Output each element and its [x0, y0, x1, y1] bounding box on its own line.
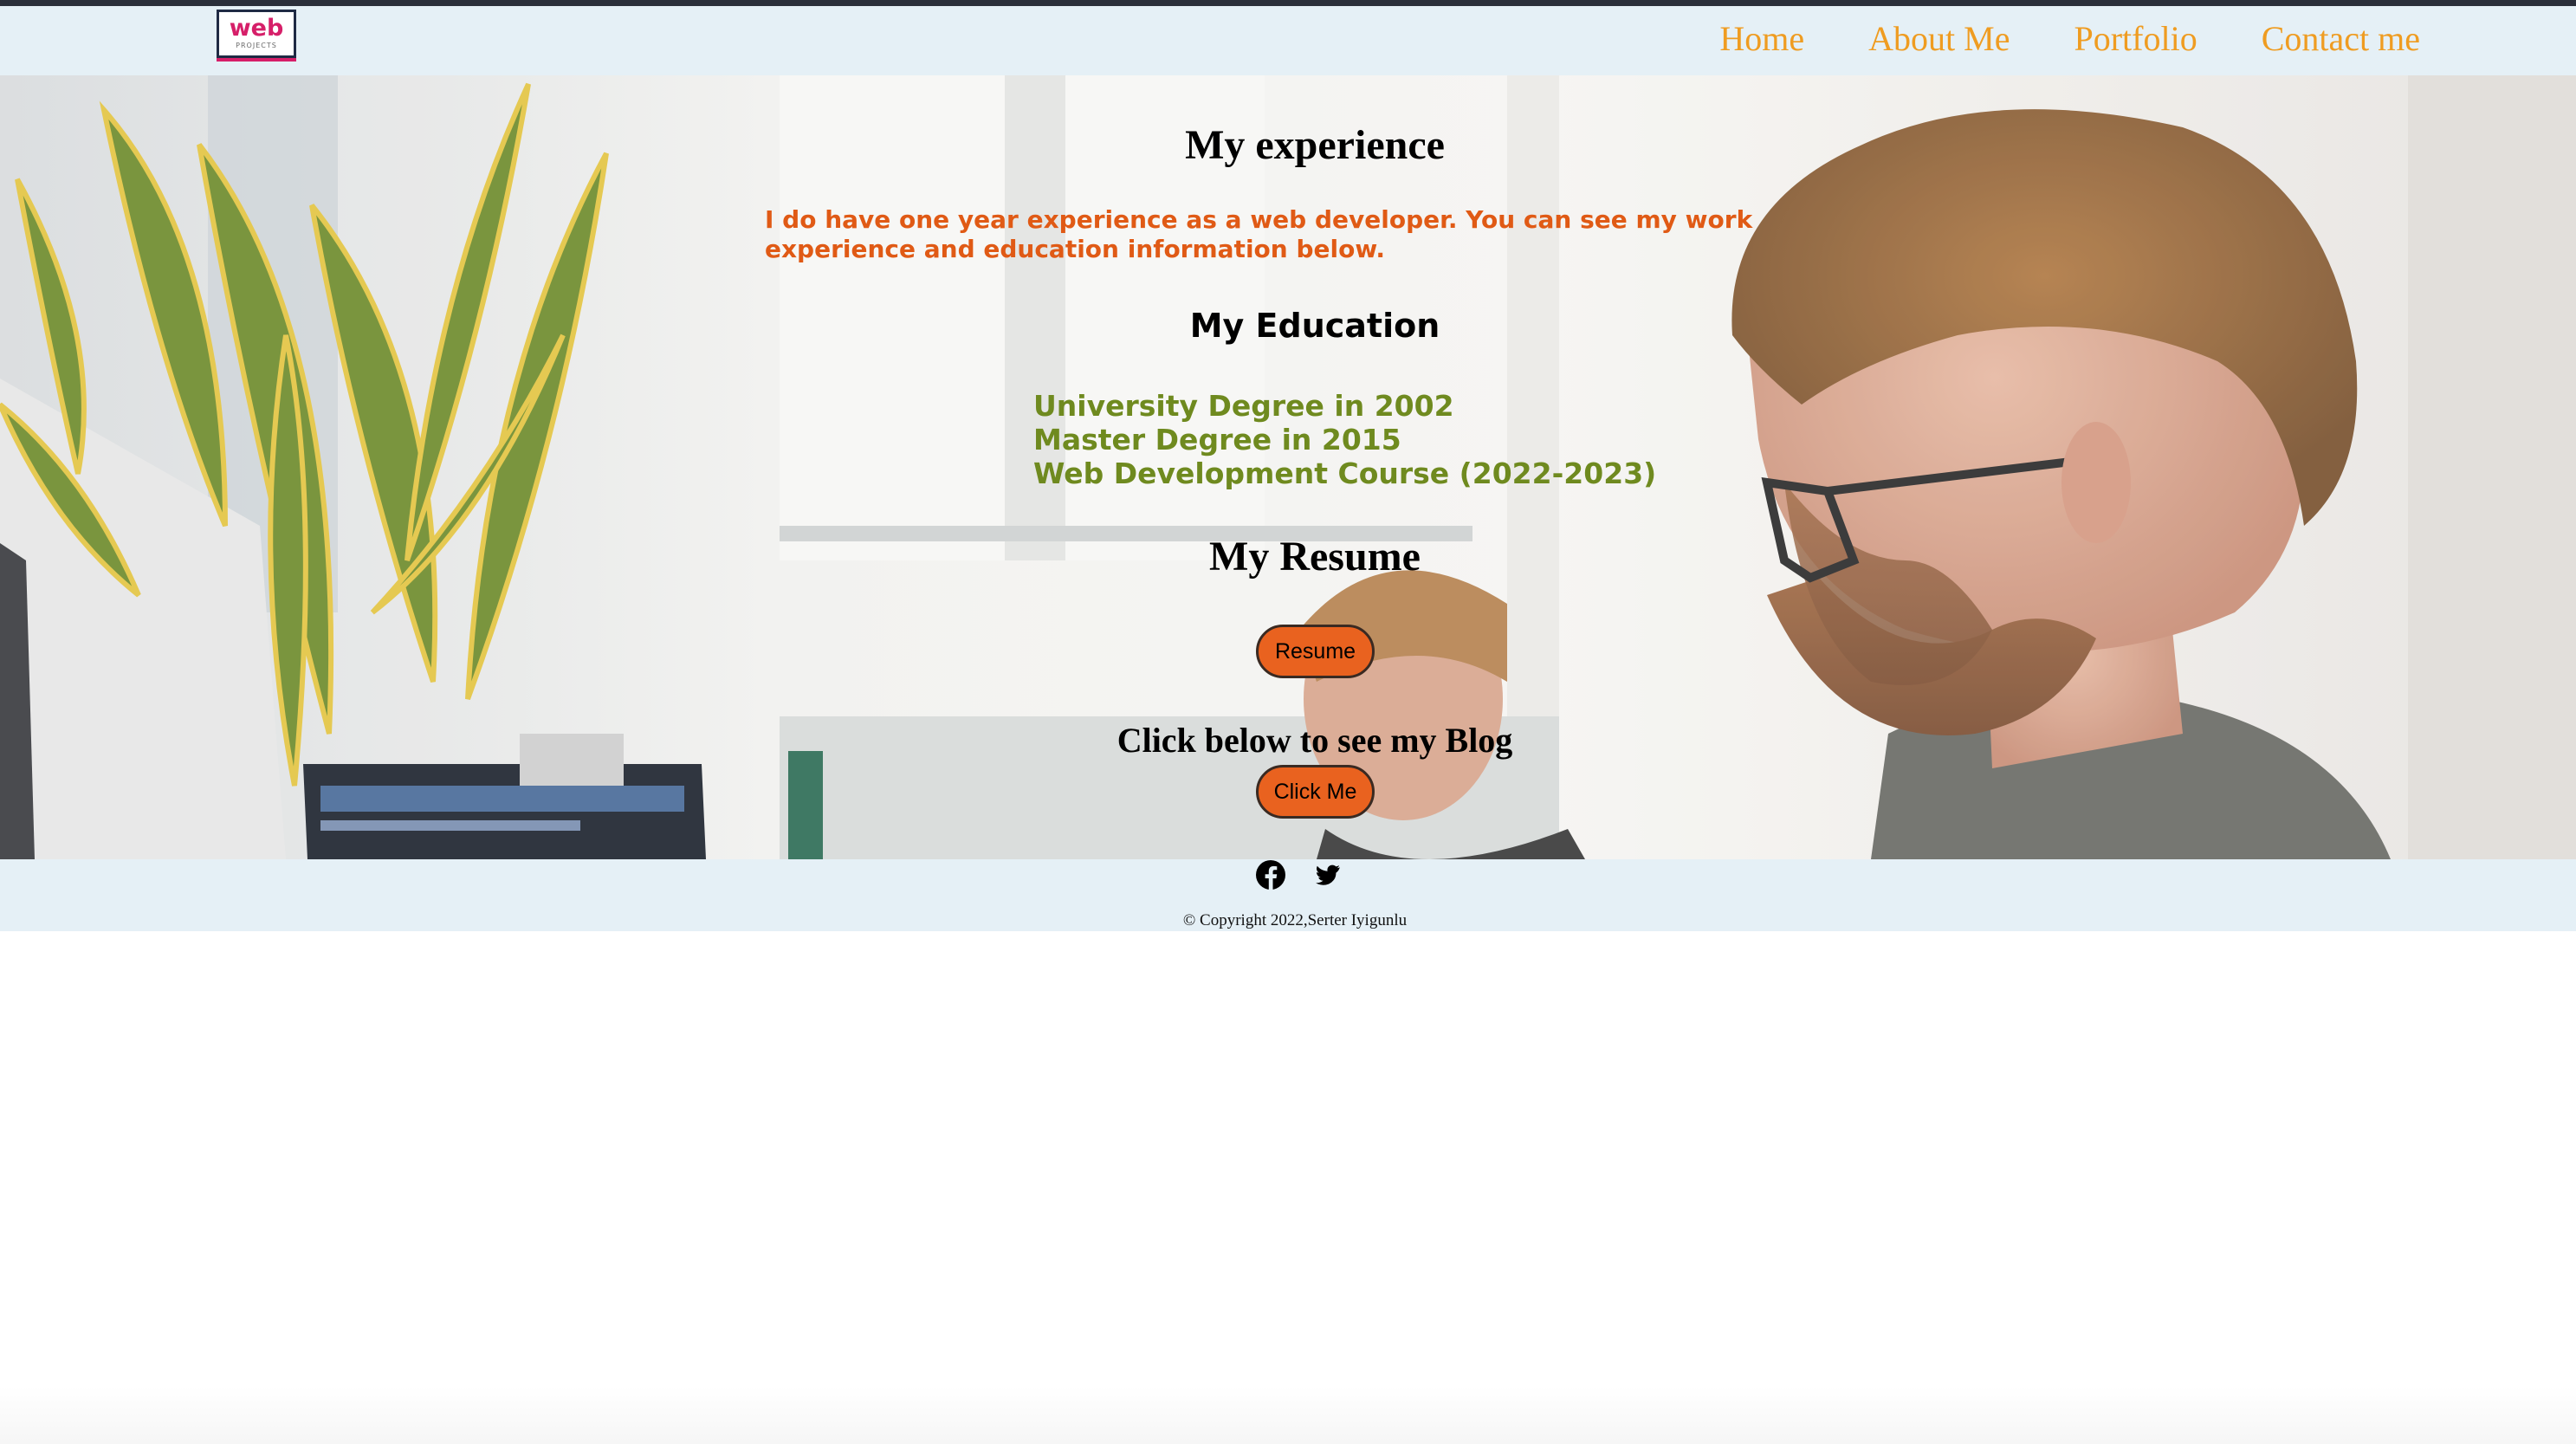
education-item: Web Development Course (2022-2023) [1033, 457, 1657, 490]
nav-home[interactable]: Home [1719, 18, 1804, 60]
social-links [1255, 859, 1342, 890]
facebook-icon[interactable] [1255, 859, 1286, 890]
top-strip [0, 0, 2576, 6]
logo-text: web [229, 15, 284, 42]
navbar: web PROJECTS Home About Me Portfolio Con… [0, 6, 2576, 75]
site-logo[interactable]: web PROJECTS [217, 10, 296, 58]
education-item: Master Degree in 2015 [1033, 423, 1401, 457]
hero-section: My experience I do have one year experie… [0, 75, 2576, 859]
copyright-text: © Copyright 2022,Serter Iyigunlu [1182, 911, 1408, 929]
hero-content: My experience I do have one year experie… [0, 75, 2576, 859]
education-list: University Degree in 2002 Master Degree … [1033, 389, 1656, 490]
experience-text: I do have one year experience as a web d… [765, 205, 1753, 263]
education-item: University Degree in 2002 [1033, 389, 1454, 423]
blog-button[interactable]: Click Me [1256, 765, 1375, 819]
main-nav: Home About Me Portfolio Contact me [1719, 18, 2420, 60]
logo-subtext: PROJECTS [236, 42, 277, 49]
page-bottom [0, 1386, 2576, 1444]
nav-portfolio[interactable]: Portfolio [2074, 18, 2197, 60]
experience-title: My experience [1185, 122, 1445, 168]
resume-button[interactable]: Resume [1256, 625, 1375, 678]
footer: © Copyright 2022,Serter Iyigunlu [0, 859, 2576, 931]
education-title: My Education [1189, 307, 1440, 345]
twitter-icon[interactable] [1311, 859, 1342, 890]
blog-prompt: Click below to see my Blog [1116, 721, 1513, 760]
resume-title: My Resume [1209, 534, 1421, 580]
logo-underline [217, 58, 296, 62]
nav-about-me[interactable]: About Me [1868, 18, 2010, 60]
nav-contact-me[interactable]: Contact me [2262, 18, 2420, 60]
